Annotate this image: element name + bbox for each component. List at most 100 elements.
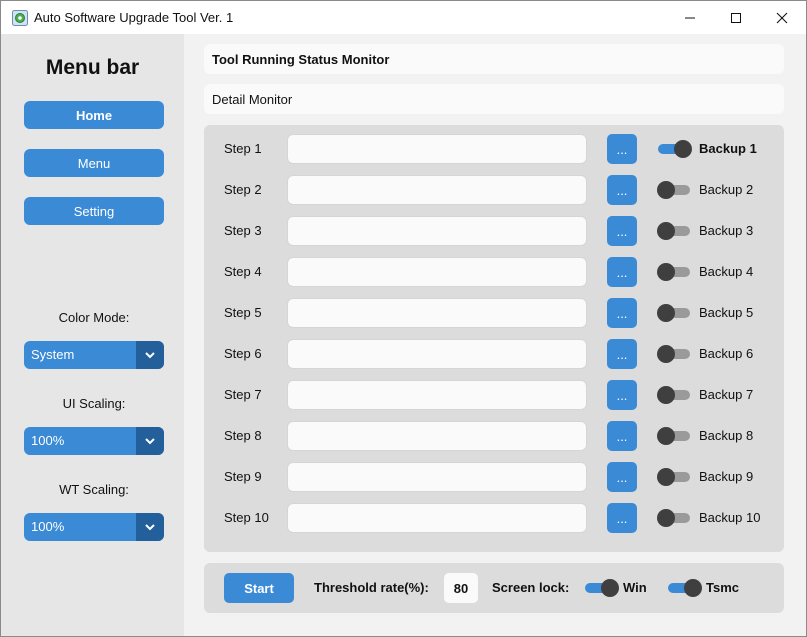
browse-button[interactable]: ...	[607, 462, 637, 492]
step-row: Step 6 ... Backup 6	[204, 339, 784, 369]
step-path-input[interactable]	[287, 421, 587, 451]
browse-button[interactable]: ...	[607, 421, 637, 451]
close-button[interactable]	[759, 1, 805, 34]
browse-button[interactable]: ...	[607, 175, 637, 205]
step-path-input[interactable]	[287, 339, 587, 369]
step-path-input[interactable]	[287, 257, 587, 287]
win-label: Win	[623, 580, 647, 595]
step-path-input[interactable]	[287, 216, 587, 246]
step-label: Step 6	[224, 346, 262, 361]
screen-lock-label: Screen lock:	[492, 580, 570, 595]
step-row: Step 2 ... Backup 2	[204, 175, 784, 205]
backup-toggle[interactable]	[657, 222, 690, 240]
tsmc-toggle[interactable]	[668, 579, 702, 597]
menu-button[interactable]: Menu	[24, 149, 164, 177]
browse-button[interactable]: ...	[607, 216, 637, 246]
browse-button[interactable]: ...	[607, 257, 637, 287]
minimize-icon	[685, 17, 695, 18]
threshold-input[interactable]: 80	[444, 573, 478, 603]
wt-scaling-select[interactable]: 100%	[24, 513, 164, 541]
browse-button[interactable]: ...	[607, 298, 637, 328]
color-mode-value: System	[31, 347, 75, 362]
browse-button[interactable]: ...	[607, 503, 637, 533]
backup-toggle[interactable]	[657, 386, 690, 404]
step-label: Step 1	[224, 141, 262, 156]
backup-toggle[interactable]	[657, 427, 690, 445]
step-label: Step 5	[224, 305, 262, 320]
step-label: Step 2	[224, 182, 262, 197]
sidebar-title: Menu bar	[45, 56, 140, 79]
step-row: Step 3 ... Backup 3	[204, 216, 784, 246]
close-icon	[776, 12, 788, 23]
backup-label: Backup 7	[699, 387, 754, 402]
title-bar: Auto Software Upgrade Tool Ver. 1	[1, 1, 806, 34]
step-row: Step 8 ... Backup 8	[204, 421, 784, 451]
window-title: Auto Software Upgrade Tool Ver. 1	[34, 10, 234, 25]
backup-label: Backup 6	[699, 346, 754, 361]
step-label: Step 10	[224, 510, 269, 525]
backup-toggle[interactable]	[658, 140, 692, 158]
minimize-button[interactable]	[667, 1, 713, 34]
step-label: Step 8	[224, 428, 262, 443]
step-row: Step 9 ... Backup 9	[204, 462, 784, 492]
browse-button[interactable]: ...	[607, 339, 637, 369]
step-path-input[interactable]	[287, 298, 587, 328]
threshold-label: Threshold rate(%):	[314, 580, 429, 595]
steps-panel: Step 1 ... Backup 1 Step 2 ... Backup 2 …	[204, 125, 784, 552]
tsmc-label: Tsmc	[706, 580, 739, 595]
backup-label: Backup 2	[699, 182, 754, 197]
backup-label: Backup 1	[699, 141, 757, 156]
color-mode-label: Color Mode:	[58, 310, 130, 325]
step-path-input[interactable]	[287, 175, 587, 205]
detail-monitor-title: Detail Monitor	[212, 92, 293, 107]
step-row: Step 1 ... Backup 1	[204, 134, 784, 164]
step-path-input[interactable]	[287, 462, 587, 492]
backup-label: Backup 4	[699, 264, 754, 279]
backup-toggle[interactable]	[657, 468, 690, 486]
bottom-control-panel: Start Threshold rate(%): 80 Screen lock:…	[204, 563, 784, 613]
step-row: Step 4 ... Backup 4	[204, 257, 784, 287]
step-row: Step 7 ... Backup 7	[204, 380, 784, 410]
wt-scaling-value: 100%	[31, 519, 65, 534]
ui-scaling-value: 100%	[31, 433, 65, 448]
backup-toggle[interactable]	[657, 509, 690, 527]
ui-scaling-select[interactable]: 100%	[24, 427, 164, 455]
step-path-input[interactable]	[287, 380, 587, 410]
maximize-button[interactable]	[713, 1, 759, 34]
step-path-input[interactable]	[287, 134, 587, 164]
home-button[interactable]: Home	[24, 101, 164, 129]
step-path-input[interactable]	[287, 503, 587, 533]
chevron-down-icon[interactable]	[136, 427, 164, 455]
status-monitor-title: Tool Running Status Monitor	[212, 52, 390, 67]
browse-button[interactable]: ...	[607, 134, 637, 164]
step-label: Step 9	[224, 469, 262, 484]
backup-label: Backup 3	[699, 223, 754, 238]
step-label: Step 4	[224, 264, 262, 279]
wt-scaling-label: WT Scaling:	[59, 482, 129, 497]
backup-label: Backup 8	[699, 428, 754, 443]
sidebar: Menu bar Home Menu Setting Color Mode: S…	[1, 34, 184, 636]
backup-toggle[interactable]	[657, 345, 690, 363]
status-monitor-bar: Tool Running Status Monitor	[204, 44, 784, 74]
start-button[interactable]: Start	[224, 573, 294, 603]
backup-toggle[interactable]	[657, 181, 690, 199]
chevron-down-icon[interactable]	[136, 341, 164, 369]
ui-scaling-label: UI Scaling:	[62, 396, 126, 411]
step-row: Step 5 ... Backup 5	[204, 298, 784, 328]
backup-label: Backup 10	[699, 510, 761, 525]
backup-label: Backup 5	[699, 305, 754, 320]
win-toggle[interactable]	[585, 579, 619, 597]
backup-toggle[interactable]	[657, 304, 690, 322]
color-mode-select[interactable]: System	[24, 341, 164, 369]
backup-label: Backup 9	[699, 469, 754, 484]
step-label: Step 3	[224, 223, 262, 238]
setting-button[interactable]: Setting	[24, 197, 164, 225]
maximize-icon	[731, 12, 741, 23]
browse-button[interactable]: ...	[607, 380, 637, 410]
step-row: Step 10 ... Backup 10	[204, 503, 784, 533]
chevron-down-icon[interactable]	[136, 513, 164, 541]
detail-monitor-bar: Detail Monitor	[204, 84, 784, 114]
app-icon	[12, 10, 28, 26]
step-label: Step 7	[224, 387, 262, 402]
backup-toggle[interactable]	[657, 263, 690, 281]
